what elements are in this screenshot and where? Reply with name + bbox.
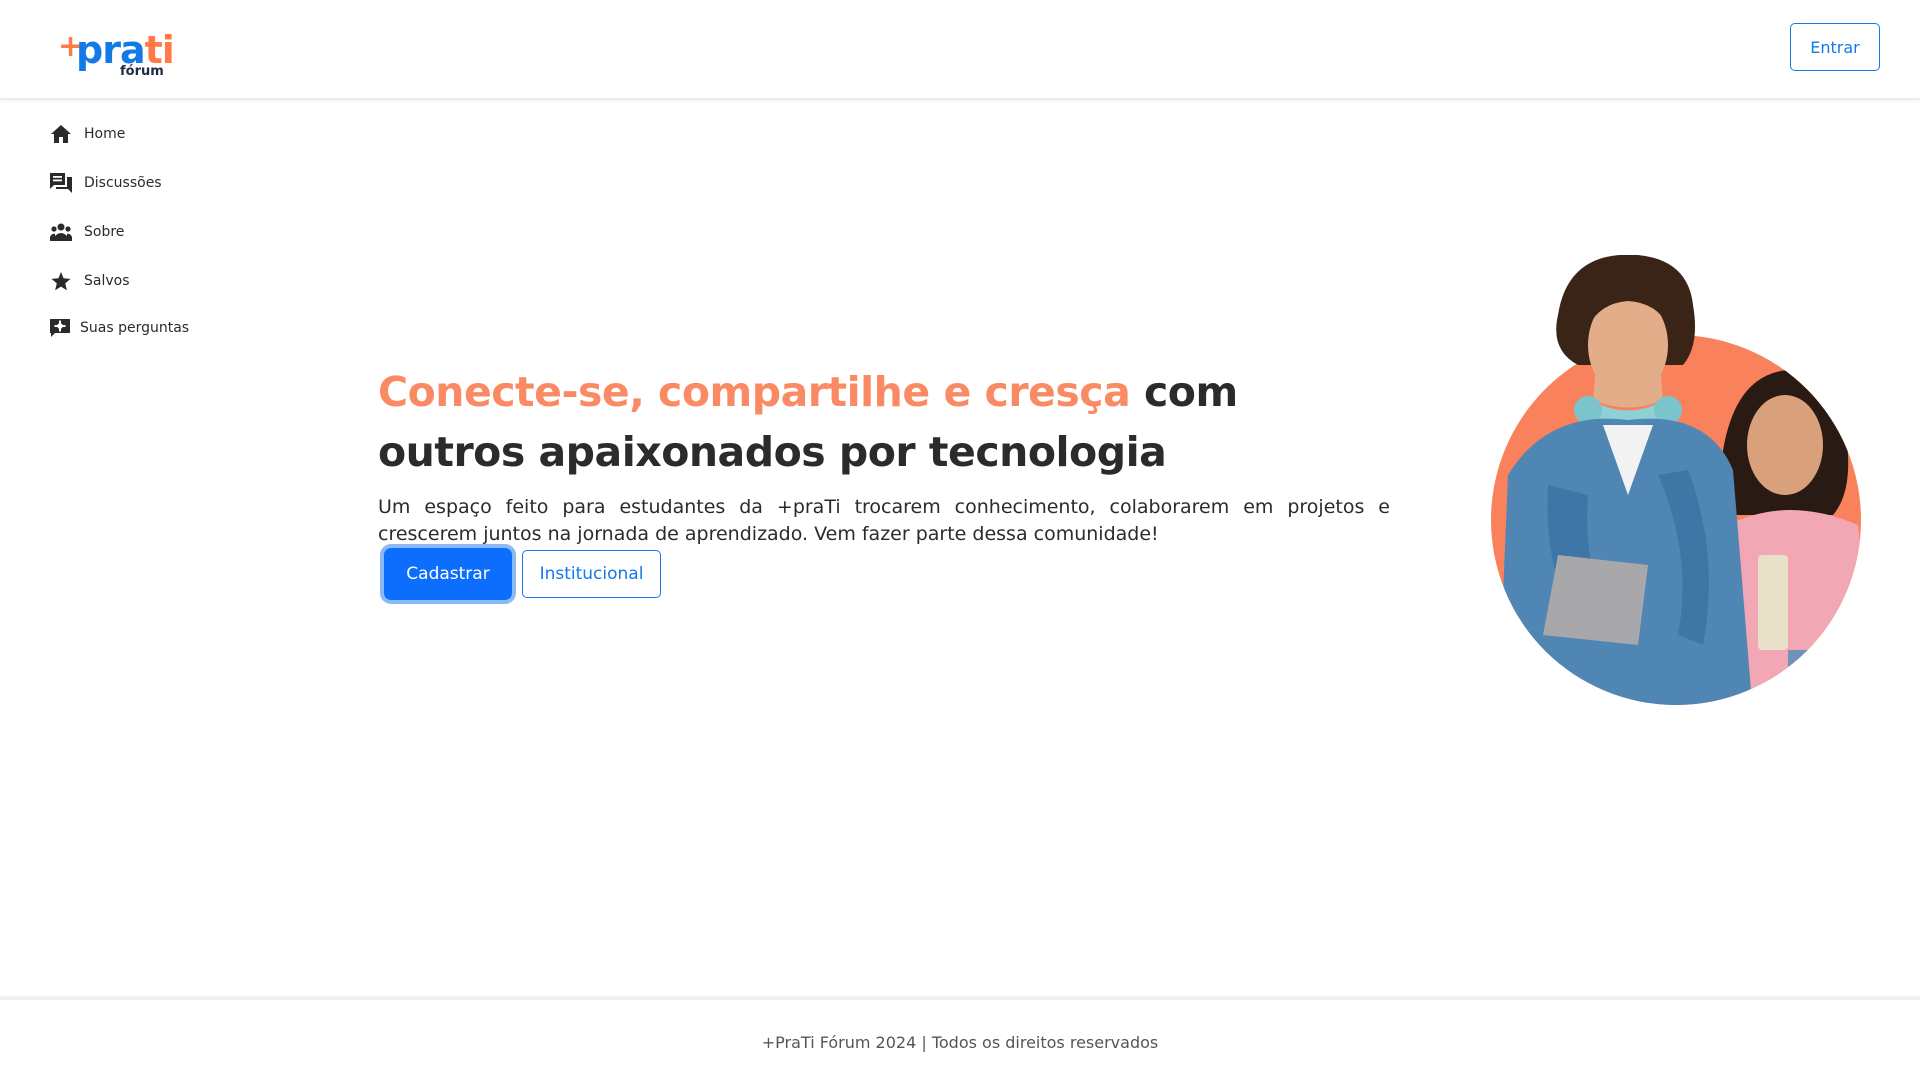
students-image <box>1491 254 1861 705</box>
sidebar-item-home[interactable]: Home <box>50 120 125 148</box>
sidebar-item-label: Home <box>84 126 126 142</box>
hero-section: Conecte-se, compartilhe e cresça com out… <box>378 362 1390 548</box>
star-icon <box>50 270 72 292</box>
top-header: + prati fórum Entrar <box>0 0 1920 99</box>
sidebar-item-discussoes[interactable]: Discussões <box>50 169 162 197</box>
home-icon <box>50 123 72 145</box>
sidebar-item-label: Suas perguntas <box>80 320 190 336</box>
headline-accent: Conecte-se, compartilhe e cresça <box>378 368 1131 416</box>
page-footer: +PraTi Fórum 2024 | Todos os direitos re… <box>0 997 1920 1080</box>
hero-headline: Conecte-se, compartilhe e cresça com out… <box>378 362 1390 482</box>
sidebar-item-salvos[interactable]: Salvos <box>50 267 130 295</box>
hero-cta-row: Cadastrar Institucional <box>384 548 661 600</box>
sidebar-item-sobre[interactable]: Sobre <box>50 218 124 246</box>
prati-forum-logo[interactable]: + prati fórum <box>58 30 175 82</box>
students-illustration <box>1488 254 1864 705</box>
sidebar-item-label: Salvos <box>84 273 130 289</box>
hero-description: Um espaço feito para estudantes da +praT… <box>378 496 1390 545</box>
logo-subtitle: fórum <box>120 64 164 79</box>
login-button[interactable]: Entrar <box>1790 23 1880 71</box>
sidebar-item-suas-perguntas[interactable]: Suas perguntas <box>50 314 189 342</box>
footer-copyright: +PraTi Fórum 2024 | Todos os direitos re… <box>761 1033 1159 1052</box>
sidebar-item-label: Discussões <box>84 175 162 191</box>
question-icon <box>50 318 70 338</box>
forum-icon <box>50 172 72 194</box>
institutional-button[interactable]: Institucional <box>522 550 661 598</box>
sidebar-item-label: Sobre <box>84 224 125 240</box>
group-icon <box>50 221 72 243</box>
signup-button[interactable]: Cadastrar <box>384 548 512 600</box>
